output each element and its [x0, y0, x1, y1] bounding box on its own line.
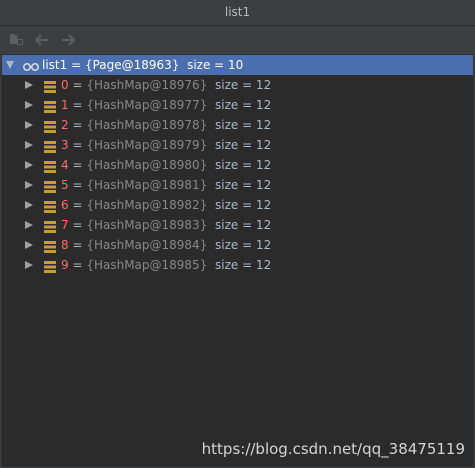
watch-folder-icon[interactable]	[8, 31, 26, 49]
tree-row-9[interactable]: 9 = {HashMap@18985} size = 12	[2, 255, 473, 275]
expand-arrow-icon[interactable]	[25, 161, 33, 169]
element-value: {HashMap@18983}	[86, 218, 208, 232]
equals-sign: =	[68, 198, 87, 212]
element-size-label: size = 12	[214, 178, 272, 192]
forward-arrow-icon[interactable]	[59, 31, 77, 49]
root-size-label: size = 10	[187, 58, 244, 72]
element-value: {HashMap@18977}	[86, 98, 208, 112]
back-arrow-icon[interactable]	[33, 31, 51, 49]
expand-arrow-icon[interactable]	[25, 221, 33, 229]
element-index: 6	[61, 198, 69, 212]
tree-row-3[interactable]: 3 = {HashMap@18979} size = 12	[2, 135, 473, 155]
expand-arrow-icon[interactable]	[25, 101, 33, 109]
title-bar: list1	[0, 0, 475, 26]
equals-sign: =	[68, 78, 87, 92]
tree-row-2[interactable]: 2 = {HashMap@18978} size = 12	[2, 115, 473, 135]
equals-sign: =	[68, 218, 87, 232]
element-size-label: size = 12	[214, 218, 272, 232]
expand-arrow-icon[interactable]	[25, 201, 33, 209]
element-index: 3	[61, 138, 69, 152]
expand-arrow-icon[interactable]	[25, 141, 33, 149]
tree-row-1[interactable]: 1 = {HashMap@18977} size = 12	[2, 95, 473, 115]
element-value: {HashMap@18982}	[86, 198, 208, 212]
expand-arrow-icon[interactable]	[25, 241, 33, 249]
variables-tree: list1 = {Page@18963} size = 10 0 = {Hash…	[1, 54, 474, 467]
expand-arrow-icon[interactable]	[25, 261, 33, 269]
element-size-label: size = 12	[214, 118, 272, 132]
equals-sign: =	[68, 118, 87, 132]
root-variable-name: list1	[42, 58, 68, 72]
element-value: {HashMap@18984}	[86, 238, 208, 252]
tree-row-5[interactable]: 5 = {HashMap@18981} size = 12	[2, 175, 473, 195]
element-index: 7	[61, 218, 69, 232]
equals-sign: =	[68, 98, 87, 112]
toolbar	[0, 26, 475, 54]
hashmap-icon	[44, 259, 56, 279]
element-index: 2	[61, 118, 69, 132]
element-index: 9	[61, 258, 69, 272]
element-value: {HashMap@18985}	[86, 258, 208, 272]
tree-row-8[interactable]: 8 = {HashMap@18984} size = 12	[2, 235, 473, 255]
equals-sign: =	[68, 158, 87, 172]
element-value: {HashMap@18980}	[86, 158, 208, 172]
element-index: 0	[61, 78, 69, 92]
watermark-url: https://blog.csdn.net/qq_38475119	[201, 440, 465, 458]
element-size-label: size = 12	[214, 158, 272, 172]
tree-row-0[interactable]: 0 = {HashMap@18976} size = 12	[2, 75, 473, 95]
collapse-arrow-icon[interactable]	[6, 61, 14, 69]
expand-arrow-icon[interactable]	[25, 81, 33, 89]
tree-row-4[interactable]: 4 = {HashMap@18980} size = 12	[2, 155, 473, 175]
element-index: 1	[61, 98, 69, 112]
element-size-label: size = 12	[214, 138, 272, 152]
element-size-label: size = 12	[214, 238, 272, 252]
equals-sign: =	[67, 58, 85, 72]
expand-arrow-icon[interactable]	[25, 121, 33, 129]
element-size-label: size = 12	[214, 98, 272, 112]
equals-sign: =	[68, 238, 87, 252]
tree-row-7[interactable]: 7 = {HashMap@18983} size = 12	[2, 215, 473, 235]
equals-sign: =	[68, 138, 87, 152]
element-index: 5	[61, 178, 69, 192]
window-title: list1	[224, 5, 251, 19]
element-size-label: size = 12	[214, 198, 272, 212]
element-value: {HashMap@18978}	[86, 118, 208, 132]
element-size-label: size = 12	[214, 78, 272, 92]
equals-sign: =	[68, 178, 87, 192]
tree-row-6[interactable]: 6 = {HashMap@18982} size = 12	[2, 195, 473, 215]
element-index: 4	[61, 158, 69, 172]
element-value: {HashMap@18979}	[86, 138, 208, 152]
element-value: {HashMap@18981}	[86, 178, 208, 192]
expand-arrow-icon[interactable]	[25, 181, 33, 189]
element-size-label: size = 12	[214, 258, 272, 272]
equals-sign: =	[68, 258, 87, 272]
root-variable-value: {Page@18963}	[84, 58, 180, 72]
element-value: {HashMap@18976}	[86, 78, 208, 92]
tree-root-row[interactable]: list1 = {Page@18963} size = 10	[2, 55, 473, 75]
element-index: 8	[61, 238, 69, 252]
